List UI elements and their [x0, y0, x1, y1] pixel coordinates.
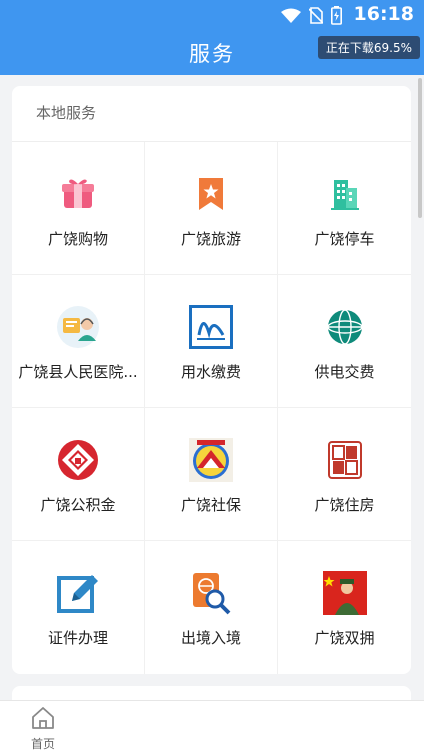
social-security-icon — [189, 438, 233, 482]
service-item-parking[interactable]: 广饶停车 — [278, 142, 411, 275]
hospital-consult-icon — [56, 305, 100, 349]
section-title: 本地服务 — [36, 104, 97, 122]
housing-seal-icon — [323, 438, 367, 482]
app-header: 16:18 服务 正在下载69.5% — [0, 0, 424, 75]
service-item-exit-entry[interactable]: 出境入境 — [145, 541, 278, 674]
local-services-card: 本地服务 广饶购物 广饶旅游 广饶停车 广饶县人民医院... 用水缴费 供电交费… — [12, 86, 411, 674]
service-item-water[interactable]: 用水缴费 — [145, 275, 278, 408]
state-grid-icon — [323, 305, 367, 349]
bottom-nav: 首页 — [0, 700, 424, 754]
water-payment-icon — [189, 305, 233, 349]
shopping-gift-icon — [56, 172, 100, 216]
status-time: 16:18 — [353, 3, 414, 25]
service-item-housing[interactable]: 广饶住房 — [278, 408, 411, 541]
service-item-military-support[interactable]: 广饶双拥 — [278, 541, 411, 674]
service-item-housing-fund[interactable]: 广饶公积金 — [12, 408, 145, 541]
service-item-shopping[interactable]: 广饶购物 — [12, 142, 145, 275]
service-label: 广饶社保 — [180, 496, 241, 514]
service-label: 证件办理 — [47, 629, 108, 647]
service-label: 广饶县人民医院... — [18, 363, 138, 381]
service-item-certificate[interactable]: 证件办理 — [12, 541, 145, 674]
passport-search-icon — [189, 571, 233, 615]
services-grid: 广饶购物 广饶旅游 广饶停车 广饶县人民医院... 用水缴费 供电交费 广饶公积… — [12, 141, 411, 674]
nav-item-home[interactable]: 首页 — [20, 705, 66, 752]
status-icons — [281, 6, 342, 25]
travel-bookmark-icon — [189, 172, 233, 216]
download-status-badge: 正在下载69.5% — [317, 36, 420, 59]
service-label: 出境入境 — [180, 629, 241, 647]
service-item-hospital[interactable]: 广饶县人民医院... — [12, 275, 145, 408]
no-sim-icon — [309, 7, 323, 24]
service-label: 广饶购物 — [47, 230, 108, 248]
housing-fund-icon — [56, 438, 100, 482]
service-label: 广饶旅游 — [180, 230, 241, 248]
military-support-icon — [322, 571, 367, 615]
service-label: 供电交费 — [314, 363, 375, 381]
service-label: 广饶双拥 — [314, 629, 375, 647]
wifi-icon — [281, 8, 301, 23]
service-label: 用水缴费 — [180, 363, 241, 381]
scrollbar[interactable] — [418, 78, 422, 218]
home-icon — [32, 707, 54, 729]
service-item-travel[interactable]: 广饶旅游 — [145, 142, 278, 275]
battery-charging-icon — [331, 6, 342, 25]
certificate-edit-icon — [56, 571, 100, 615]
status-bar: 16:18 — [0, 0, 424, 30]
service-item-electricity[interactable]: 供电交费 — [278, 275, 411, 408]
parking-building-icon — [323, 172, 367, 216]
service-label: 广饶住房 — [314, 496, 375, 514]
service-label: 广饶停车 — [314, 230, 375, 248]
nav-home-label: 首页 — [30, 737, 55, 751]
service-item-social-security[interactable]: 广饶社保 — [145, 408, 278, 541]
service-label: 广饶公积金 — [40, 496, 116, 514]
